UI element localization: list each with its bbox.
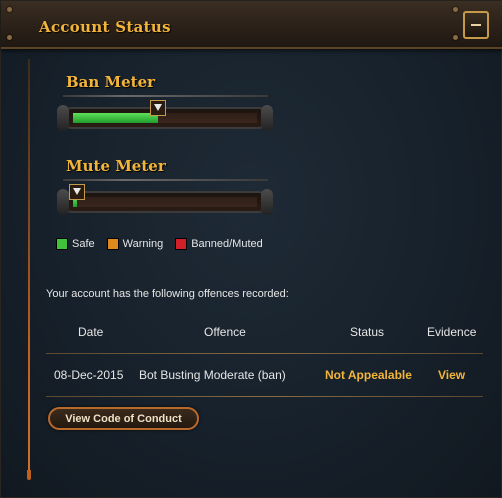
view-evidence-link[interactable]: View (438, 368, 465, 382)
mute-meter-underline (63, 179, 268, 181)
table-divider (46, 353, 483, 354)
column-header-date: Date (78, 325, 104, 339)
view-code-of-conduct-button[interactable]: View Code of Conduct (48, 407, 199, 430)
offence-name: Bot Busting Moderate (ban) (139, 368, 286, 382)
decorative-rail (27, 59, 31, 480)
legend-label: Safe (72, 238, 95, 250)
ban-meter-title: Ban Meter (66, 73, 156, 91)
legend-label: Warning (122, 238, 164, 250)
column-header-status: Status (350, 325, 385, 339)
triangle-down-icon (154, 104, 162, 111)
rivet-icon (7, 35, 12, 40)
collapse-button[interactable] (463, 11, 489, 39)
meter-legend: Safe Warning Banned/Muted (56, 238, 275, 250)
triangle-down-icon (73, 188, 81, 195)
column-header-evidence: Evidence (427, 325, 477, 339)
account-status-panel: Account Status Ban Meter Mute Meter Safe (0, 0, 502, 498)
panel-header: Account Status (1, 1, 502, 49)
offences-intro: Your account has the following offences … (46, 288, 289, 300)
ban-meter-indicator (150, 100, 166, 116)
legend-item-banned: Banned/Muted (175, 238, 263, 250)
legend-swatch (106, 238, 119, 250)
rivet-icon (453, 7, 458, 12)
legend-swatch (56, 238, 68, 250)
offence-date: 08-Dec-2015 (54, 368, 124, 382)
rivet-icon (453, 35, 458, 40)
table-divider (46, 396, 483, 397)
mute-meter-bar (73, 197, 257, 207)
legend-label: Banned/Muted (191, 238, 263, 250)
legend-item-warning: Warning (106, 238, 164, 250)
minus-icon (471, 24, 481, 26)
rivet-icon (7, 7, 12, 12)
mute-meter-track (57, 189, 273, 215)
column-header-offence: Offence (204, 325, 246, 339)
ban-meter-fill (73, 113, 158, 123)
legend-item-safe: Safe (56, 238, 95, 250)
panel-title: Account Status (39, 18, 171, 36)
mute-meter-title: Mute Meter (66, 157, 166, 175)
offence-status: Not Appealable (325, 368, 412, 382)
legend-swatch (175, 238, 188, 250)
mute-meter-indicator (69, 184, 85, 200)
ban-meter-underline (63, 95, 268, 97)
